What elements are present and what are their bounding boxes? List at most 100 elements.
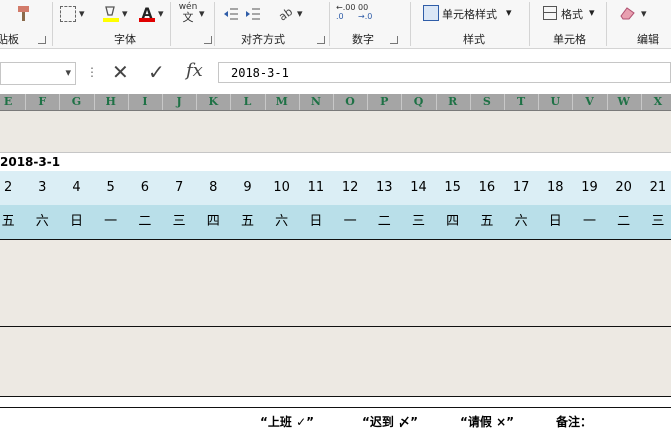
- day-number-cell[interactable]: 3: [25, 171, 61, 206]
- attendance-cell[interactable]: [59, 343, 95, 363]
- day-number-cell[interactable]: 13: [367, 171, 403, 206]
- attendance-cell[interactable]: [367, 240, 403, 259]
- day-number-cell[interactable]: 17: [504, 171, 540, 206]
- attendance-cell[interactable]: [538, 240, 574, 259]
- attendance-cell[interactable]: [504, 343, 540, 363]
- attendance-cell[interactable]: [59, 240, 95, 259]
- attendance-cell[interactable]: [127, 291, 163, 311]
- column-header-n[interactable]: N: [299, 94, 334, 110]
- attendance-cell[interactable]: [606, 343, 642, 363]
- number-launcher-icon[interactable]: [390, 36, 398, 44]
- attendance-cell[interactable]: [401, 361, 437, 380]
- attendance-cell[interactable]: [606, 274, 642, 293]
- insert-function-icon[interactable]: fx: [186, 60, 203, 81]
- attendance-cell[interactable]: [640, 274, 671, 293]
- weekday-cell[interactable]: 六: [504, 205, 540, 240]
- attendance-cell[interactable]: [162, 309, 198, 328]
- day-number-cell[interactable]: 10: [264, 171, 300, 206]
- attendance-cell[interactable]: [401, 326, 437, 345]
- attendance-cell[interactable]: [367, 361, 403, 380]
- attendance-cell[interactable]: [25, 274, 61, 293]
- attendance-cell[interactable]: [572, 240, 608, 259]
- clipboard-launcher-icon[interactable]: [38, 36, 46, 44]
- attendance-cell[interactable]: [264, 240, 300, 259]
- day-number-cell[interactable]: 7: [162, 171, 198, 206]
- attendance-cell[interactable]: [640, 378, 671, 397]
- attendance-cell[interactable]: [333, 326, 369, 345]
- attendance-cell[interactable]: [0, 378, 27, 397]
- attendance-cell[interactable]: [572, 343, 608, 363]
- attendance-cell[interactable]: [333, 240, 369, 259]
- attendance-cell[interactable]: [469, 240, 505, 259]
- attendance-cell[interactable]: [127, 309, 163, 328]
- attendance-cell[interactable]: [230, 361, 266, 380]
- column-header-t[interactable]: T: [504, 94, 540, 110]
- attendance-cell[interactable]: [59, 291, 95, 311]
- attendance-cell[interactable]: [298, 378, 334, 397]
- attendance-cell[interactable]: [640, 343, 671, 363]
- attendance-cell[interactable]: [298, 291, 334, 311]
- weekday-cell[interactable]: 六: [264, 205, 300, 240]
- column-header-w[interactable]: W: [607, 94, 642, 110]
- attendance-cell[interactable]: [572, 309, 608, 328]
- attendance-cell[interactable]: [401, 240, 437, 259]
- attendance-cell[interactable]: [25, 378, 61, 397]
- attendance-cell[interactable]: [504, 257, 540, 276]
- attendance-cell[interactable]: [606, 378, 642, 397]
- attendance-cell[interactable]: [367, 274, 403, 293]
- attendance-cell[interactable]: [196, 378, 232, 397]
- column-header-p[interactable]: P: [367, 94, 403, 110]
- attendance-cell[interactable]: [401, 257, 437, 276]
- attendance-cell[interactable]: [0, 240, 27, 259]
- day-number-cell[interactable]: 9: [230, 171, 266, 206]
- attendance-cell[interactable]: [333, 257, 369, 276]
- font-color-icon[interactable]: A: [138, 3, 156, 24]
- weekday-cell[interactable]: 一: [333, 205, 369, 240]
- attendance-cell[interactable]: [298, 343, 334, 363]
- attendance-cell[interactable]: [59, 309, 95, 328]
- attendance-cell[interactable]: [606, 240, 642, 259]
- font-color-dropdown-icon[interactable]: ▾: [158, 7, 164, 20]
- attendance-cell[interactable]: [367, 326, 403, 345]
- attendance-cell[interactable]: [640, 309, 671, 328]
- weekday-cell[interactable]: 三: [162, 205, 198, 240]
- attendance-cell[interactable]: [606, 257, 642, 276]
- decrease-decimal-icon[interactable]: 00 →.0: [358, 3, 376, 25]
- attendance-cell[interactable]: [333, 274, 369, 293]
- attendance-cell[interactable]: [572, 274, 608, 293]
- attendance-cell[interactable]: [196, 240, 232, 259]
- attendance-cell[interactable]: [640, 291, 671, 311]
- column-header-m[interactable]: M: [265, 94, 300, 110]
- weekday-cell[interactable]: 日: [538, 205, 574, 240]
- border-icon[interactable]: [60, 6, 76, 22]
- attendance-cell[interactable]: [93, 378, 129, 397]
- attendance-cell[interactable]: [25, 257, 61, 276]
- attendance-cell[interactable]: [401, 309, 437, 328]
- attendance-cell[interactable]: [162, 326, 198, 345]
- attendance-cell[interactable]: [196, 309, 232, 328]
- attendance-cell[interactable]: [0, 361, 27, 380]
- column-header-r[interactable]: R: [436, 94, 471, 110]
- attendance-cell[interactable]: [25, 240, 61, 259]
- attendance-cell[interactable]: [401, 291, 437, 311]
- attendance-cell[interactable]: [469, 309, 505, 328]
- attendance-cell[interactable]: [606, 326, 642, 345]
- attendance-cell[interactable]: [401, 378, 437, 397]
- attendance-cell[interactable]: [333, 291, 369, 311]
- weekday-cell[interactable]: 四: [196, 205, 232, 240]
- column-header-h[interactable]: H: [94, 94, 129, 110]
- day-number-cell[interactable]: 18: [538, 171, 574, 206]
- attendance-cell[interactable]: [127, 274, 163, 293]
- attendance-cell[interactable]: [59, 326, 95, 345]
- day-number-cell[interactable]: 21: [640, 171, 671, 206]
- attendance-cell[interactable]: [538, 309, 574, 328]
- attendance-cell[interactable]: [264, 343, 300, 363]
- attendance-cell[interactable]: [230, 326, 266, 345]
- attendance-cell[interactable]: [538, 257, 574, 276]
- column-header-s[interactable]: S: [470, 94, 505, 110]
- attendance-cell[interactable]: [0, 326, 27, 345]
- format-painter-icon[interactable]: [14, 4, 34, 22]
- attendance-cell[interactable]: [435, 240, 471, 259]
- day-number-cell[interactable]: 8: [196, 171, 232, 206]
- column-header-e[interactable]: E: [0, 94, 27, 110]
